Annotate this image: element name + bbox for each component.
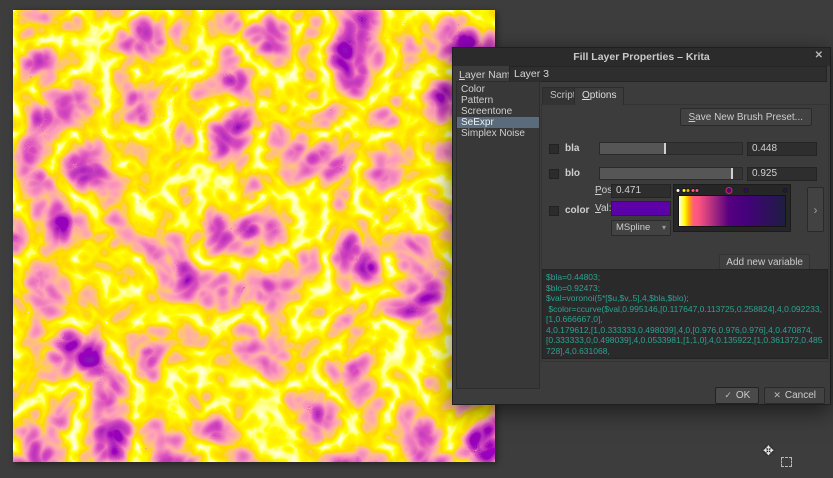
gradient-stop-marker[interactable] <box>744 188 749 193</box>
cancel-icon: ✕ <box>773 390 781 401</box>
generator-item-simplex-noise[interactable]: Simplex Noise <box>457 128 539 139</box>
fill-layer-properties-dialog: Fill Layer Properties – Krita ✕ Layer Na… <box>452 47 831 405</box>
blo-slider-handle[interactable] <box>731 168 733 179</box>
pos-value-field[interactable]: 0.471 <box>611 184 671 198</box>
bla-value-field[interactable]: 0.448 <box>747 142 817 156</box>
blo-label: blo <box>565 168 580 179</box>
chevron-right-icon: › <box>814 203 818 217</box>
generator-item-pattern[interactable]: Pattern <box>457 95 539 106</box>
interpolation-value: MSpline <box>616 221 650 235</box>
val-label: Val: <box>595 203 612 214</box>
gradient-stops-row[interactable] <box>678 186 786 194</box>
color-label: color <box>565 205 589 216</box>
bla-label: bla <box>565 143 579 154</box>
bla-slider-fill <box>600 143 664 154</box>
ok-button[interactable]: ✓ OK <box>715 387 759 404</box>
blo-checkbox[interactable] <box>549 169 559 179</box>
generator-item-screentone[interactable]: Screentone <box>457 106 539 117</box>
chevron-down-icon: ▾ <box>662 221 666 235</box>
gradient-next-button[interactable]: › <box>807 187 824 232</box>
blo-slider-fill <box>600 168 731 179</box>
voronoi-texture <box>13 10 495 462</box>
gradient-bar[interactable] <box>678 195 786 227</box>
transform-tool-icon <box>781 457 792 467</box>
dialog-titlebar[interactable]: Fill Layer Properties – Krita ✕ <box>453 48 830 66</box>
bla-slider[interactable] <box>599 142 743 155</box>
tab-options[interactable]: Options <box>574 87 624 105</box>
gradient-stop-marker[interactable] <box>783 188 788 193</box>
gradient-stop-marker[interactable] <box>676 188 681 193</box>
layer-name-input[interactable] <box>509 66 827 82</box>
gradient-stop-marker[interactable] <box>695 188 700 193</box>
generator-item-color[interactable]: Color <box>457 84 539 95</box>
gradient-editor[interactable] <box>673 184 791 232</box>
blo-value-field[interactable]: 0.925 <box>747 167 817 181</box>
blo-slider[interactable] <box>599 167 743 180</box>
move-cursor-icon: ✥ <box>763 443 774 459</box>
cancel-button[interactable]: ✕ Cancel <box>764 387 825 404</box>
interpolation-dropdown[interactable]: MSpline ▾ <box>611 220 671 236</box>
dialog-title: Fill Layer Properties – Krita <box>573 51 710 63</box>
canvas-area[interactable] <box>13 10 495 462</box>
save-new-brush-preset-button[interactable]: Save New Brush Preset... <box>680 108 813 126</box>
add-new-variable-button[interactable]: Add new variable <box>719 254 810 270</box>
seexpr-script-editor[interactable]: $bla=0.44803; $blo=0.92473; $val=voronoi… <box>542 269 828 359</box>
seexpr-script-text: $bla=0.44803; $blo=0.92473; $val=voronoi… <box>546 272 824 359</box>
check-icon: ✓ <box>724 390 732 401</box>
val-color-swatch[interactable] <box>611 201 671 216</box>
gradient-stop-marker[interactable] <box>725 187 732 194</box>
close-icon[interactable]: ✕ <box>815 50 823 61</box>
color-checkbox[interactable] <box>549 206 559 216</box>
bla-slider-handle[interactable] <box>664 143 666 154</box>
generator-item-seexpr[interactable]: SeExpr <box>457 117 539 128</box>
bla-checkbox[interactable] <box>549 144 559 154</box>
generator-list[interactable]: Color Pattern Screentone SeExpr Simplex … <box>456 81 540 389</box>
